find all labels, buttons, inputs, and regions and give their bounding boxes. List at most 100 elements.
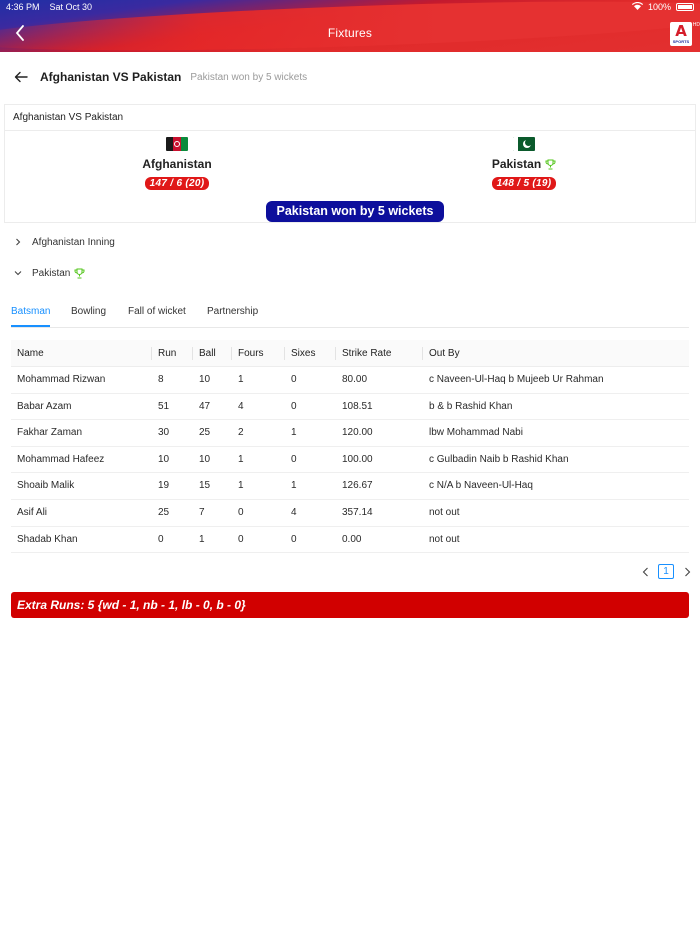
cell-sixes: 0 <box>291 533 297 545</box>
col-header-name: Name <box>17 348 44 359</box>
wifi-icon <box>631 2 644 12</box>
table-row: Shadab Khan 0 1 0 0 0.00 not out <box>11 527 689 554</box>
table-row: Shoaib Malik 19 15 1 1 126.67 c N/A b Naveen-U… <box>11 473 689 500</box>
cell-strike-rate: 108.51 <box>342 400 373 412</box>
brand-logo: A SPORTS HD <box>670 22 700 46</box>
col-header-out-by: Out By <box>429 348 460 359</box>
cell-ball: 47 <box>199 400 211 412</box>
cell-out-by: lbw Mohammad Nabi <box>429 427 523 439</box>
cell-fours: 2 <box>238 427 244 439</box>
trophy-icon <box>74 268 85 278</box>
cell-fours: 1 <box>238 480 244 492</box>
col-header-ball: Ball <box>199 348 216 359</box>
pagination-page-current[interactable]: 1 <box>658 564 674 579</box>
brand-logo-letter: A <box>675 22 687 40</box>
cell-strike-rate: 120.00 <box>342 427 373 439</box>
chevron-left-icon <box>642 567 648 576</box>
team1-score: 147 / 6 (20) <box>144 177 210 190</box>
appbar-title: Fixtures <box>327 26 373 40</box>
cell-ball: 25 <box>199 427 211 439</box>
pagination-prev-button[interactable] <box>640 566 650 578</box>
pagination: 1 <box>640 564 692 579</box>
page-subtitle: Pakistan won by 5 wickets <box>190 71 308 83</box>
cell-strike-rate: 357.14 <box>342 506 373 518</box>
table-row: Asif Ali 25 7 0 4 357.14 not out <box>11 500 689 527</box>
cell-sixes: 0 <box>291 400 297 412</box>
cell-ball: 15 <box>199 480 211 492</box>
cell-fours: 4 <box>238 400 244 412</box>
tab-fall-of-wicket[interactable]: Fall of wicket <box>128 306 186 317</box>
cell-fours: 1 <box>238 453 244 465</box>
chevron-right-icon <box>684 567 690 576</box>
active-tab-indicator <box>11 325 50 327</box>
cell-out-by: not out <box>429 533 460 545</box>
cell-out-by: c N/A b Naveen-Ul-Haq <box>429 480 533 492</box>
cell-ball: 1 <box>199 533 205 545</box>
back-arrow-icon <box>14 71 28 83</box>
cell-fours: 0 <box>238 506 244 518</box>
page-title: Afghanistan VS Pakistan <box>40 70 182 84</box>
table-row: Mohammad Rizwan 8 10 1 0 80.00 c Naveen-Ul-Haq… <box>11 367 689 394</box>
cell-fours: 1 <box>238 374 244 385</box>
cell-ball: 10 <box>199 374 211 385</box>
col-header-run: Run <box>158 348 177 359</box>
cell-out-by: c Naveen-Ul-Haq b Mujeeb Ur Rahman <box>429 374 604 385</box>
cell-name: Shoaib Malik <box>17 480 75 492</box>
trophy-icon <box>545 159 556 169</box>
cell-run: 30 <box>158 427 170 439</box>
accordion-afghanistan-inning[interactable]: Afghanistan Inning <box>12 234 115 250</box>
cell-name: Fakhar Zaman <box>17 427 83 439</box>
cell-name: Asif Ali <box>17 506 48 518</box>
cell-run: 8 <box>158 374 164 385</box>
tab-bowling[interactable]: Bowling <box>71 306 106 317</box>
cell-sixes: 4 <box>291 506 297 518</box>
status-time: 4:36 PM <box>6 2 40 12</box>
cell-out-by: b & b Rashid Khan <box>429 400 513 412</box>
page-header: Afghanistan VS Pakistan Pakistan won by … <box>14 68 307 86</box>
tab-partnership[interactable]: Partnership <box>207 306 258 317</box>
cell-strike-rate: 100.00 <box>342 453 373 465</box>
match-result-badge: Pakistan won by 5 wickets <box>266 201 444 222</box>
accordion-pakistan-inning[interactable]: Pakistan <box>12 265 85 281</box>
col-header-sixes: Sixes <box>291 348 316 359</box>
match-card: Afghanistan VS Pakistan Afghanistan 147 … <box>4 104 696 223</box>
page-back-button[interactable] <box>14 69 30 85</box>
cell-run: 10 <box>158 453 170 465</box>
cell-run: 51 <box>158 400 170 412</box>
cell-name: Mohammad Rizwan <box>17 374 106 385</box>
cell-ball: 10 <box>199 453 211 465</box>
cell-run: 25 <box>158 506 170 518</box>
tab-batsman[interactable]: Batsman <box>11 306 50 317</box>
app-bar: 4:36 PM Sat Oct 30 100% Fixtures A SPORT… <box>0 0 700 52</box>
accordion-label: Afghanistan Inning <box>32 236 115 248</box>
cell-sixes: 0 <box>291 374 297 385</box>
team-afghanistan: Afghanistan 147 / 6 (20) <box>117 137 237 191</box>
match-card-title: Afghanistan VS Pakistan <box>5 105 695 131</box>
cell-run: 19 <box>158 480 170 492</box>
status-date: Sat Oct 30 <box>49 2 93 12</box>
pakistan-flag-icon <box>513 137 535 151</box>
cell-strike-rate: 0.00 <box>342 533 362 545</box>
cell-strike-rate: 80.00 <box>342 374 368 385</box>
table-header: Name Run Ball Fours Sixes Strike Rate Ou… <box>11 340 689 367</box>
status-bar: 4:36 PM Sat Oct 30 100% <box>0 0 700 14</box>
stats-tabs: Batsman Bowling Fall of wicket Partnersh… <box>11 300 689 328</box>
cell-name: Babar Azam <box>17 400 72 412</box>
cell-sixes: 1 <box>291 427 297 439</box>
cell-name: Mohammad Hafeez <box>17 453 105 465</box>
chevron-down-icon <box>12 267 24 279</box>
team1-name: Afghanistan <box>142 157 212 171</box>
table-row: Babar Azam 51 47 4 0 108.51 b & b Rashid Khan <box>11 394 689 421</box>
cell-name: Shadab Khan <box>17 533 78 545</box>
col-header-fours: Fours <box>238 348 264 359</box>
batting-table: Name Run Ball Fours Sixes Strike Rate Ou… <box>11 340 689 554</box>
accordion-label: Pakistan <box>32 267 71 279</box>
brand-logo-badge: HD <box>692 22 700 28</box>
cell-out-by: c Gulbadin Naib b Rashid Khan <box>429 453 569 465</box>
battery-percent: 100% <box>647 2 671 12</box>
cell-run: 0 <box>158 533 164 545</box>
cell-sixes: 0 <box>291 453 297 465</box>
pagination-next-button[interactable] <box>682 566 692 578</box>
team-pakistan: Pakistan 148 / 5 (19) <box>464 137 584 191</box>
table-row: Fakhar Zaman 30 25 2 1 120.00 lbw Mohammad Nab… <box>11 420 689 447</box>
